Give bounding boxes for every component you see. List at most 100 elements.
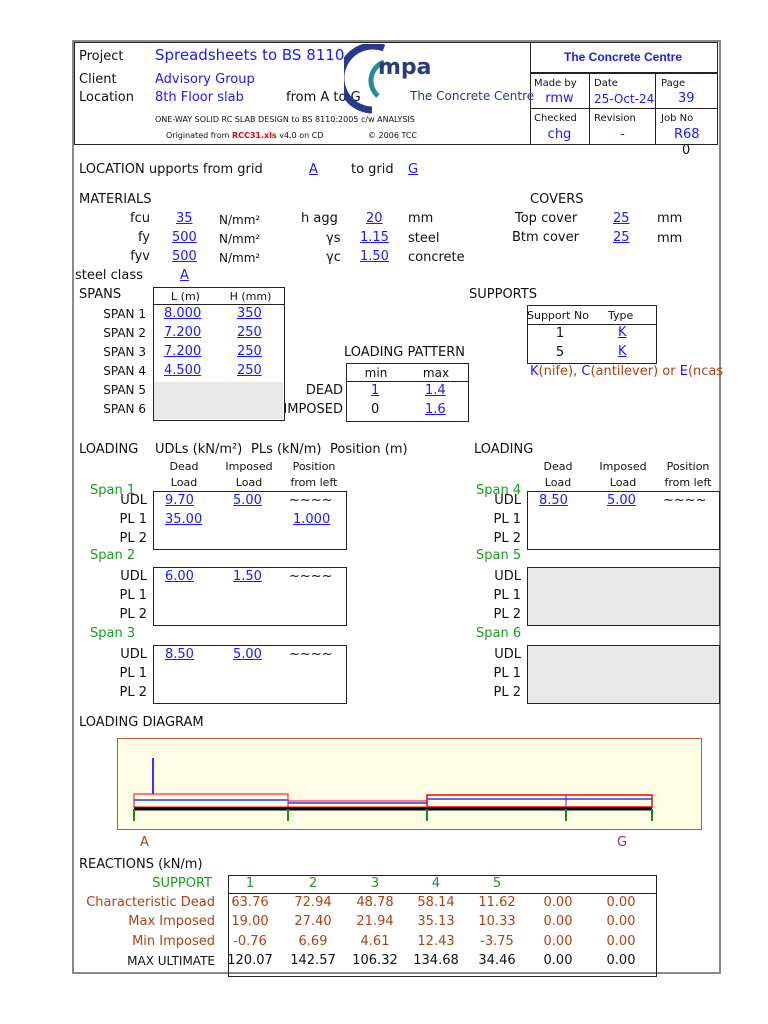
span-loads bbox=[133, 758, 653, 808]
col-header: from left bbox=[664, 476, 712, 489]
dead-max[interactable]: 1.4 bbox=[425, 383, 446, 399]
fcu-input[interactable]: 35 bbox=[176, 211, 193, 227]
udl-dead-input[interactable]: 6.00 bbox=[165, 569, 194, 585]
gamma-c-input[interactable]: 1.50 bbox=[360, 249, 389, 265]
date-value[interactable]: 25-Oct-24 bbox=[594, 91, 654, 107]
unit: N/mm² bbox=[219, 251, 261, 265]
made-by-value[interactable]: rmw bbox=[530, 91, 589, 107]
top-cover-input[interactable]: 25 bbox=[613, 211, 630, 227]
support-number: 5 bbox=[492, 876, 502, 891]
checked-label: Checked bbox=[534, 113, 577, 124]
pl2-label: PL 2 bbox=[119, 685, 148, 700]
fy-input[interactable]: 500 bbox=[172, 230, 197, 246]
note-text: (ncas bbox=[687, 364, 724, 379]
imposed-max[interactable]: 1.6 bbox=[425, 402, 446, 418]
fyv-input[interactable]: 500 bbox=[172, 249, 197, 265]
client-value[interactable]: Advisory Group bbox=[155, 72, 255, 88]
span-length-input[interactable]: 7.200 bbox=[164, 325, 201, 341]
support-type[interactable]: K bbox=[618, 325, 627, 341]
span-length-input[interactable]: 7.200 bbox=[164, 344, 201, 360]
fy-label: fy bbox=[137, 230, 150, 245]
project-value[interactable]: Spreadsheets to BS 8110 bbox=[155, 47, 344, 63]
info-grid-divider bbox=[530, 108, 717, 109]
gamma-s-input[interactable]: 1.15 bbox=[360, 230, 389, 246]
checked-value[interactable]: chg bbox=[530, 127, 589, 143]
reaction-value: 21.94 bbox=[356, 914, 394, 930]
reaction-value: 27.40 bbox=[294, 914, 332, 930]
span-loading-label: Span 2 bbox=[90, 548, 136, 563]
covers-title: COVERS bbox=[530, 192, 584, 207]
span-depth-input[interactable]: 250 bbox=[237, 363, 262, 379]
col-header: Load bbox=[235, 476, 263, 489]
logo-text: mpa bbox=[378, 55, 432, 80]
hagg-unit: mm bbox=[408, 211, 434, 226]
location-value[interactable]: 8th Floor slab bbox=[155, 90, 244, 106]
diagram-title: LOADING DIAGRAM bbox=[79, 715, 204, 730]
pl1-label: PL 1 bbox=[493, 588, 522, 603]
reaction-value: 48.78 bbox=[356, 895, 394, 910]
col-header: Dead bbox=[543, 460, 573, 473]
spans-title: SPANS bbox=[79, 287, 122, 302]
grid-to[interactable]: G bbox=[408, 162, 418, 178]
udl-dead-input[interactable]: 8.50 bbox=[539, 493, 568, 509]
udl-label: UDL bbox=[494, 647, 521, 662]
page-value[interactable]: 39 bbox=[678, 91, 695, 107]
udl-position: ~~~~ bbox=[663, 493, 707, 508]
col-min: min bbox=[364, 366, 388, 380]
span-loading-label: Span 6 bbox=[476, 626, 522, 641]
udl-imposed-input[interactable]: 5.00 bbox=[607, 493, 636, 509]
dead-min[interactable]: 1 bbox=[371, 383, 379, 399]
reaction-value: 0.00 bbox=[606, 952, 636, 968]
pl1-dead-input[interactable]: 35.00 bbox=[165, 512, 202, 528]
udl-imposed-input[interactable]: 5.00 bbox=[233, 493, 262, 509]
reactions-header-divider bbox=[228, 893, 656, 894]
span-label: SPAN 3 bbox=[103, 345, 146, 359]
grid-a-label: A bbox=[140, 835, 149, 850]
info-grid-divider bbox=[655, 73, 656, 144]
steel-class-input[interactable]: A bbox=[180, 268, 189, 284]
pl1-position-input[interactable]: 1.000 bbox=[293, 512, 330, 528]
udl-dead-input[interactable]: 8.50 bbox=[165, 647, 194, 663]
col-header: Imposed bbox=[599, 460, 647, 473]
span-loading-label: Span 5 bbox=[476, 548, 522, 563]
span-depth-input[interactable]: 250 bbox=[237, 325, 262, 341]
reaction-row-label: Max Imposed bbox=[128, 914, 215, 930]
hagg-input[interactable]: 20 bbox=[366, 211, 383, 227]
span-depth-input[interactable]: 350 bbox=[237, 306, 262, 322]
udl-imposed-input[interactable]: 5.00 bbox=[233, 647, 262, 663]
disabled-spans bbox=[154, 382, 283, 419]
span-depth-input[interactable]: 250 bbox=[237, 344, 262, 360]
job-value[interactable]: R68 bbox=[674, 127, 700, 143]
udl-imposed-input[interactable]: 1.50 bbox=[233, 569, 262, 585]
btm-cover-input[interactable]: 25 bbox=[613, 230, 630, 246]
pl2-label: PL 2 bbox=[493, 607, 522, 622]
revision-value[interactable]: - bbox=[590, 127, 655, 143]
supports-title: SUPPORTS bbox=[469, 287, 537, 302]
note-text: (antilever) or bbox=[590, 364, 680, 379]
support-type[interactable]: K bbox=[618, 344, 627, 360]
reaction-value: 63.76 bbox=[231, 895, 269, 910]
span-label: SPAN 1 bbox=[103, 307, 146, 321]
note-e: E bbox=[679, 364, 688, 379]
org-name: The Concrete Centre bbox=[563, 50, 683, 64]
col-type: Type bbox=[608, 309, 634, 322]
fyv-label: fyv bbox=[130, 249, 150, 264]
span-length-input[interactable]: 8.000 bbox=[164, 306, 201, 322]
col-header: from left bbox=[290, 476, 338, 489]
loading-box-6 bbox=[527, 645, 720, 704]
pl1-label: PL 1 bbox=[119, 588, 148, 603]
udl-label: UDL bbox=[120, 493, 147, 508]
unit: N/mm² bbox=[219, 232, 261, 246]
imposed-min: 0 bbox=[371, 402, 380, 417]
reaction-value: 10.33 bbox=[478, 914, 516, 930]
udl-dead-input[interactable]: 9.70 bbox=[165, 493, 194, 509]
pl2-label: PL 2 bbox=[119, 531, 148, 546]
span-length-input[interactable]: 4.500 bbox=[164, 363, 201, 379]
client-label: Client bbox=[79, 72, 117, 87]
fcu-label: fcu bbox=[130, 211, 150, 226]
udl-label: UDL bbox=[120, 647, 147, 662]
grid-from[interactable]: A bbox=[309, 162, 318, 178]
reaction-value: 19.00 bbox=[231, 914, 269, 930]
loading-pattern-divider bbox=[346, 381, 468, 382]
reaction-value: 34.46 bbox=[478, 952, 516, 968]
